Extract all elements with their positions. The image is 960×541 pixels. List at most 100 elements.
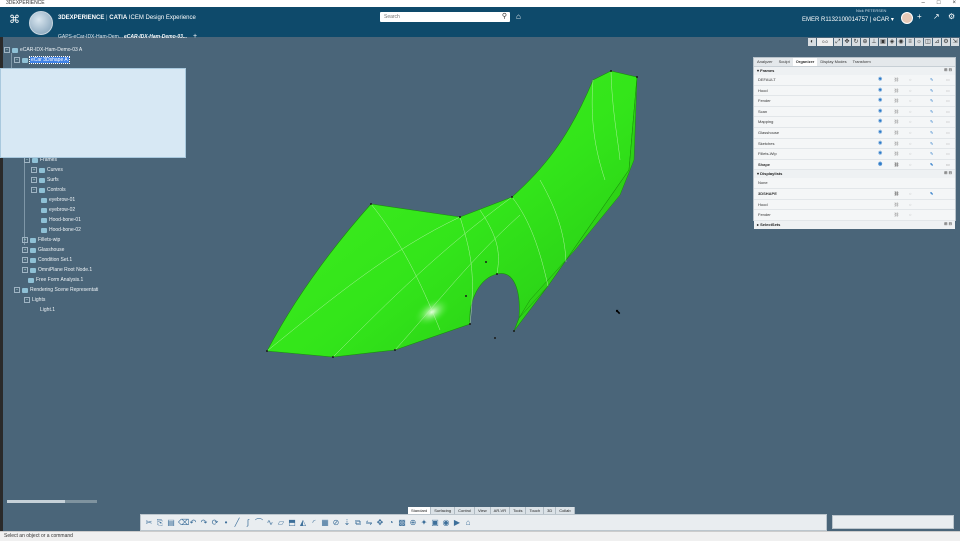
rotate-icon[interactable]: ↻ [852, 38, 860, 46]
tab-standard[interactable]: Standard [408, 507, 432, 514]
settings-icon[interactable]: ⚙ [942, 38, 950, 46]
add-icon[interactable]: + [917, 12, 922, 21]
lights-icon[interactable]: ☼ [915, 38, 923, 46]
delete-icon[interactable]: ▭ [946, 75, 950, 85]
displaylist-row[interactable]: Fender ⛓ ◌ [754, 210, 955, 221]
avatar[interactable] [901, 12, 913, 24]
play-icon[interactable]: ▶ [453, 518, 461, 527]
frame-row[interactable]: Scan ◉ ⛓ ◌ ✎ ▭ [754, 107, 955, 118]
delete-icon[interactable]: ▭ [946, 117, 950, 127]
color-icon[interactable]: ◌ [909, 160, 911, 170]
delete-icon[interactable]: ▭ [946, 107, 950, 117]
fillet-icon[interactable]: ◜ [310, 518, 318, 527]
tab-control[interactable]: Control [455, 507, 476, 514]
tree-scrollbar[interactable] [7, 500, 97, 503]
platform-label[interactable]: EMER R1132100014757 | eCAR ▾ [802, 16, 894, 23]
tree-item-hood-bone-01[interactable]: Hood-bone-01 [41, 217, 81, 223]
lock-icon[interactable]: ⛓ [894, 160, 899, 170]
surface-icon[interactable]: ▱ [277, 518, 285, 527]
update-icon[interactable]: ⟳ [211, 518, 219, 527]
tree-root[interactable]: − eCAR-IDX-Ham-Demo-03 A [4, 47, 82, 53]
record-icon[interactable]: ◉ [442, 518, 450, 527]
tree-item-surfs[interactable]: + Surfs [31, 177, 59, 183]
section-tools-icon[interactable]: ⊞ ⊟ [944, 67, 952, 73]
tab-organizer[interactable]: Organizer [792, 58, 818, 66]
tree-item-light-1[interactable]: Light.1 [40, 307, 55, 313]
delete-icon[interactable]: ▭ [946, 96, 950, 106]
tree-selected-node[interactable]: − eCar 3Dshape A [14, 56, 70, 64]
visibility-icon[interactable]: ◉ [878, 96, 882, 106]
color-icon[interactable]: ◌ [909, 139, 911, 149]
color-icon[interactable]: ◌ [909, 128, 911, 138]
zoom-level[interactable]: 0.0 [817, 38, 833, 46]
tab-tools[interactable]: Tools [510, 507, 527, 514]
tree-item-eyebrow-01[interactable]: eyebrow-01 [41, 197, 75, 203]
maximize-button[interactable]: □ [937, 0, 941, 7]
edit-icon[interactable]: ✎ [930, 75, 933, 85]
tree-item-hood-bone-02[interactable]: Hood-bone-02 [41, 227, 81, 233]
share-icon[interactable]: ↗ [933, 12, 940, 21]
tab-sculpt[interactable]: Sculpt [776, 58, 793, 66]
displaylist-row[interactable]: Hood ⛓ ◌ [754, 200, 955, 211]
scrollbar-thumb[interactable] [7, 500, 65, 503]
visibility-icon[interactable]: ◉ [878, 128, 882, 138]
delete-icon[interactable]: ▭ [946, 139, 950, 149]
edit-icon[interactable]: ✎ [930, 96, 933, 106]
displaylist-row[interactable]: None [754, 178, 955, 189]
color-icon[interactable]: ◌ [909, 117, 911, 127]
snap-icon[interactable]: ⊕ [409, 518, 417, 527]
section-tools-icon[interactable]: ⊞ ⊟ [944, 221, 952, 227]
tab-transform[interactable]: Transform [850, 58, 874, 66]
symmetry-icon[interactable]: ⇋ [365, 518, 373, 527]
frame-row[interactable]: DEFAULT ◉ ⛓ ◌ ✎ ▭ [754, 75, 955, 86]
tree-item-glasshouse[interactable]: + Glasshouse [22, 247, 64, 253]
project-icon[interactable]: ⇣ [343, 518, 351, 527]
compass-icon[interactable] [29, 11, 53, 35]
tree-item-rendering-scene[interactable]: − Rendering Scene Representati [14, 287, 98, 293]
trim-icon[interactable]: ⊘ [332, 518, 340, 527]
paste-icon[interactable]: ▤ [167, 518, 175, 527]
tab-analyzer[interactable]: Analyzer [754, 58, 776, 66]
visibility-icon[interactable]: ◉ [878, 117, 882, 127]
tree-item-curves[interactable]: + Curves [31, 167, 63, 173]
lock-icon[interactable]: ⛓ [894, 128, 899, 138]
color-icon[interactable]: ◌ [909, 189, 911, 199]
color-icon[interactable]: ◌ [909, 210, 911, 220]
grid-icon[interactable]: ▩ [398, 518, 406, 527]
tab-display-modes[interactable]: Display Modes [817, 58, 849, 66]
frame-row[interactable]: Fender ◉ ⛓ ◌ ✎ ▭ [754, 96, 955, 107]
tab-surfacing[interactable]: Surfacing [431, 507, 456, 514]
cut-icon[interactable]: ✂ [145, 518, 153, 527]
tools-icon[interactable]: ⚙ [948, 12, 955, 21]
redo-icon[interactable]: ↷ [200, 518, 208, 527]
tree-item-fillets-wip[interactable]: + Fillets-wip [22, 237, 60, 243]
modify-icon[interactable]: ✥ [376, 518, 384, 527]
frame-row[interactable]: Sketches ◉ ⛓ ◌ ✎ ▭ [754, 139, 955, 150]
home-icon[interactable]: ⌂ [464, 518, 472, 527]
undo-icon[interactable]: ↶ [189, 518, 197, 527]
lock-icon[interactable]: ⛓ [894, 210, 899, 220]
tree-item-omniplane[interactable]: + OmniPlane Root Node.1 [22, 267, 92, 273]
lock-icon[interactable]: ⛓ [894, 139, 899, 149]
lock-icon[interactable]: ⛓ [894, 96, 899, 106]
frame-row[interactable]: Shape ◉ ⛓ ◌ ✎ ▭ [754, 160, 955, 171]
extrude-icon[interactable]: ⬒ [288, 518, 296, 527]
visibility-icon[interactable]: ◉ [878, 75, 882, 85]
color-icon[interactable]: ◌ [909, 200, 911, 210]
frame-row[interactable]: Mapping ◉ ⛓ ◌ ✎ ▭ [754, 117, 955, 128]
close-button[interactable]: × [952, 0, 956, 7]
color-icon[interactable]: ◌ [909, 96, 911, 106]
pan-icon[interactable]: ✥ [843, 38, 851, 46]
render-style-icon[interactable]: ◈ [888, 38, 896, 46]
visibility-icon[interactable]: ◉ [878, 86, 882, 96]
section-tools-icon[interactable]: ⊞ ⊟ [944, 170, 952, 176]
visibility-icon[interactable]: ◉ [878, 149, 882, 159]
blend-icon[interactable]: ◭ [299, 518, 307, 527]
lock-icon[interactable]: ⛓ [894, 75, 899, 85]
tree-item-controls[interactable]: − Controls [31, 187, 66, 193]
tree-item-free-form-analysis[interactable]: Free Form Analysis.1 [28, 277, 83, 283]
visibility-icon[interactable]: ◉ [878, 139, 882, 149]
edit-icon[interactable]: ✎ [930, 86, 933, 96]
tab-ar-vr[interactable]: AR-VR [490, 507, 511, 514]
spline-icon[interactable]: ∿ [266, 518, 274, 527]
